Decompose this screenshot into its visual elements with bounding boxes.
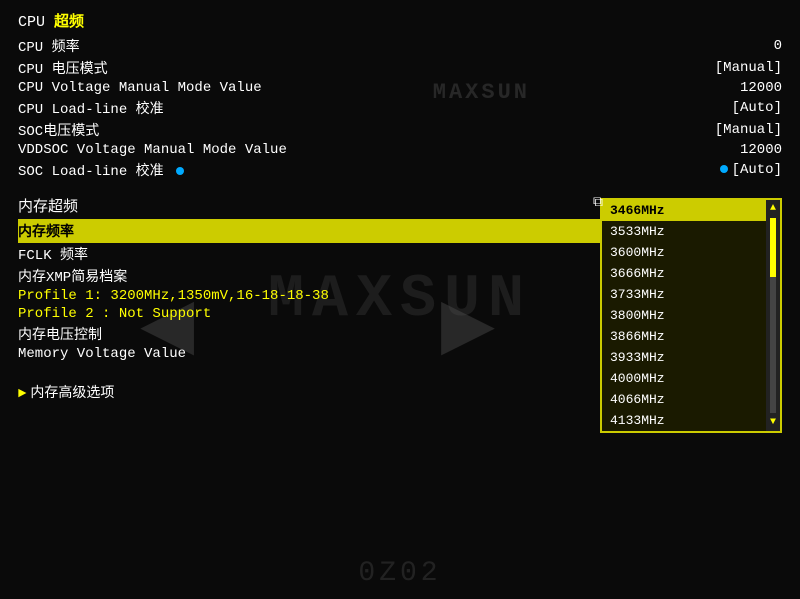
cpu-voltage-manual-label: CPU Voltage Manual Mode Value xyxy=(18,80,318,96)
mem-voltage-ctrl-label: 内存电压控制 xyxy=(18,324,318,344)
cpu-voltage-manual-row[interactable]: CPU Voltage Manual Mode Value 12000 xyxy=(18,79,782,97)
scrollbar-up-arrow[interactable]: ▲ xyxy=(770,200,776,217)
xmp-profile-label: 内存XMP简易档案 xyxy=(18,266,318,286)
dropdown-item-label: 4066MHz xyxy=(610,392,665,407)
dropdown-item-label: 3933MHz xyxy=(610,350,665,365)
cpu-voltage-mode-row[interactable]: CPU 电压模式 [Manual] xyxy=(18,57,782,79)
cpu-title-prefix: CPU xyxy=(18,14,45,31)
soc-voltage-mode-row[interactable]: SOC电压模式 [Manual] xyxy=(18,119,782,141)
dropdown-item-3600[interactable]: 3600MHz xyxy=(602,242,780,263)
cpu-loadline-row[interactable]: CPU Load-line 校准 [Auto] xyxy=(18,97,782,119)
dropdown-item-4000[interactable]: 4000MHz xyxy=(602,368,780,389)
memory-advanced-label: ►内存高级选项 xyxy=(18,382,318,402)
cpu-voltage-manual-value: 12000 xyxy=(582,80,782,96)
soc-voltage-mode-label: SOC电压模式 xyxy=(18,120,318,140)
dropdown-item-label: 3800MHz xyxy=(610,308,665,323)
dropdown-item-label: 3733MHz xyxy=(610,287,665,302)
dropdown-item-3666[interactable]: 3666MHz xyxy=(602,263,780,284)
cpu-freq-label: CPU 频率 xyxy=(18,36,318,56)
dropdown-item-3533[interactable]: 3533MHz xyxy=(602,221,780,242)
dropdown-item-3933[interactable]: 3933MHz xyxy=(602,347,780,368)
cpu-voltage-mode-value: [Manual] xyxy=(582,60,782,76)
cpu-overclock-title: CPU 超频 xyxy=(18,10,782,31)
cpu-freq-value: 0 xyxy=(582,38,782,54)
dropdown-item-3466[interactable]: 3466MHz xyxy=(602,200,780,221)
scrollbar-down-arrow[interactable]: ▼ xyxy=(770,414,776,431)
soc-loadline-label: SOC Load-line 校准 xyxy=(18,160,318,180)
soc-loadline-value: [Auto] xyxy=(582,162,782,178)
scrollbar[interactable]: ▲ ▼ xyxy=(766,200,780,431)
dropdown-item-label: 4000MHz xyxy=(610,371,665,386)
scrollbar-thumb xyxy=(770,218,776,277)
soc-loadline-row[interactable]: SOC Load-line 校准 [Auto] xyxy=(18,159,782,181)
cpu-title-highlight: 超频 xyxy=(54,14,84,31)
dot-right xyxy=(720,165,728,173)
fclk-freq-label: FCLK 频率 xyxy=(18,244,318,264)
dropdown-item-label: 3533MHz xyxy=(610,224,665,239)
cpu-voltage-mode-label: CPU 电压模式 xyxy=(18,58,318,78)
bios-screen: MAXSUN ◀ ▶ 0Z02 MAXSUN CPU 超频 CPU 频率 0 C… xyxy=(0,0,800,599)
memory-freq-dropdown[interactable]: 3466MHz 3533MHz 3600MHz 3666MHz 3733MHz … xyxy=(600,198,782,433)
dropdown-item-label: 3600MHz xyxy=(610,245,665,260)
dropdown-item-3733[interactable]: 3733MHz xyxy=(602,284,780,305)
mouse-cursor: ⧉ xyxy=(593,195,603,211)
dropdown-item-label: 3866MHz xyxy=(610,329,665,344)
dropdown-item-label: 3466MHz xyxy=(610,203,665,218)
dropdown-item-label: 4133MHz xyxy=(610,413,665,428)
dropdown-item-label: 3666MHz xyxy=(610,266,665,281)
bottom-watermark: 0Z02 xyxy=(358,558,441,589)
vddsoc-voltage-row[interactable]: VDDSOC Voltage Manual Mode Value 12000 xyxy=(18,141,782,159)
vddsoc-voltage-label: VDDSOC Voltage Manual Mode Value xyxy=(18,142,318,158)
soc-voltage-mode-value: [Manual] xyxy=(582,122,782,138)
dot-left xyxy=(176,167,184,175)
cpu-loadline-label: CPU Load-line 校准 xyxy=(18,98,318,118)
dropdown-item-3800[interactable]: 3800MHz xyxy=(602,305,780,326)
dropdown-item-3866[interactable]: 3866MHz xyxy=(602,326,780,347)
pointer-triangle-icon: ► xyxy=(18,386,26,402)
cpu-loadline-value: [Auto] xyxy=(582,100,782,116)
dropdown-item-4066[interactable]: 4066MHz xyxy=(602,389,780,410)
cpu-freq-row: CPU 频率 0 xyxy=(18,35,782,57)
vddsoc-voltage-value: 12000 xyxy=(582,142,782,158)
memory-freq-label: 内存频率 xyxy=(18,221,318,241)
mem-voltage-value-label: Memory Voltage Value xyxy=(18,346,318,362)
dropdown-item-4133[interactable]: 4133MHz xyxy=(602,410,780,431)
scrollbar-track xyxy=(770,218,776,413)
